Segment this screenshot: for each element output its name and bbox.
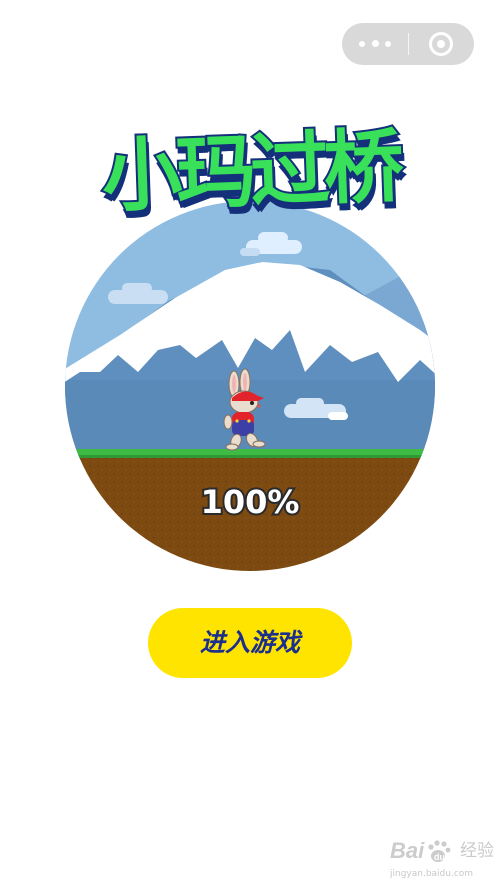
enter-game-button[interactable]: 进入游戏 bbox=[148, 608, 352, 678]
baidu-logo: Bai du bbox=[390, 838, 451, 863]
svg-text:Bai: Bai bbox=[390, 838, 425, 863]
loading-progress-label: 100% bbox=[199, 481, 302, 523]
svg-text:du: du bbox=[434, 852, 445, 862]
watermark-word: 经验 bbox=[460, 841, 494, 861]
grass-edge bbox=[65, 455, 435, 458]
watermark: Bai du 经验 jingyan.baidu.com bbox=[388, 836, 498, 886]
watermark-url: jingyan.baidu.com bbox=[390, 869, 474, 879]
game-title: 小玛过桥 bbox=[98, 118, 401, 225]
